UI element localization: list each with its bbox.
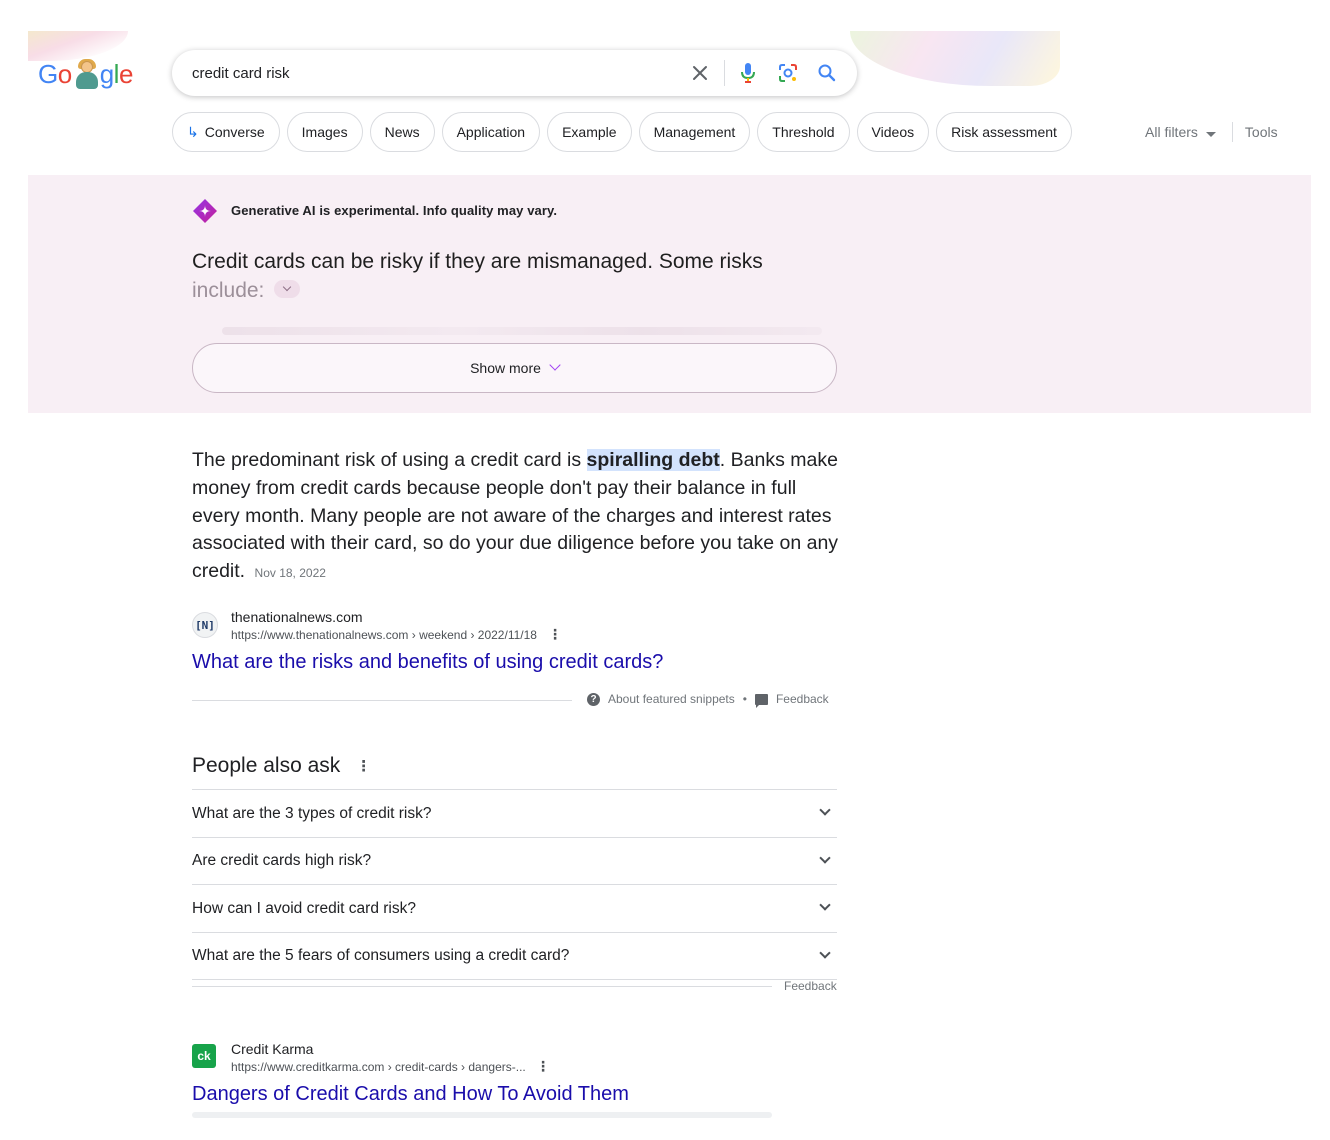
chevron-down-icon — [819, 947, 831, 959]
more-options-icon[interactable]: ⋮ — [356, 757, 371, 775]
clear-icon[interactable] — [688, 61, 712, 85]
logo-text-end: gle — [99, 58, 134, 89]
thenationalnews-favicon-icon[interactable]: [N] — [192, 612, 218, 638]
chevron-down-icon — [819, 899, 831, 911]
doodle-decoration-right — [850, 31, 1060, 86]
chevron-down-icon — [819, 852, 831, 864]
search-icon[interactable] — [815, 61, 839, 85]
show-more-button[interactable]: Show more — [192, 343, 837, 393]
chip-application[interactable]: Application — [441, 112, 541, 152]
paa-title-text: People also ask — [192, 754, 341, 777]
snippet-footer: ? About featured snippets • Feedback — [587, 692, 829, 708]
chevron-down-icon — [549, 359, 561, 371]
google-lens-icon[interactable] — [776, 61, 800, 85]
all-filters-label: All filters — [1145, 124, 1198, 140]
chip-news[interactable]: News — [369, 112, 435, 152]
microphone-icon[interactable] — [736, 61, 760, 85]
gemini-sparkle-icon — [193, 199, 217, 223]
people-also-ask-list: What are the 3 types of credit risk? Are… — [192, 789, 837, 980]
filters-divider — [1231, 122, 1233, 142]
result-source-url[interactable]: https://www.thenationalnews.com › weeken… — [231, 628, 537, 642]
chip-label: Videos — [871, 124, 915, 140]
ai-hidden-content-preview — [222, 327, 822, 335]
chip-images[interactable]: Images — [286, 112, 363, 152]
search-results-page: Go gle credit card risk ↳ Converse Image… — [0, 0, 1330, 1140]
feedback-link[interactable]: Feedback — [776, 692, 829, 706]
chip-converse[interactable]: ↳ Converse — [172, 112, 280, 152]
chip-label: Management — [653, 124, 736, 140]
more-options-icon[interactable]: ⋮ — [536, 1058, 550, 1075]
chip-label: Application — [456, 124, 526, 140]
result-source-name[interactable]: thenationalnews.com — [231, 609, 363, 625]
paa-question-text: Are credit cards high risk? — [192, 852, 372, 870]
help-icon: ? — [587, 692, 600, 706]
ai-overview-text: Credit cards can be risky if they are mi… — [192, 247, 832, 305]
paa-question-text: What are the 5 fears of consumers using … — [192, 947, 570, 965]
chip-label: Images — [301, 124, 348, 140]
all-filters-button[interactable]: All filters — [1145, 124, 1216, 140]
paa-question[interactable]: What are the 3 types of credit risk? — [192, 790, 837, 838]
chip-label: Converse — [204, 124, 265, 140]
search-box-divider — [724, 60, 725, 86]
chip-label: Risk assessment — [951, 124, 1057, 140]
paa-question-text: How can I avoid credit card risk? — [192, 899, 416, 917]
search-input[interactable] — [192, 62, 672, 84]
result-title-link[interactable]: Dangers of Credit Cards and How To Avoid… — [192, 1083, 629, 1106]
filter-tools: All filters Tools — [1145, 122, 1278, 142]
snippet-highlight: spiralling debt — [586, 449, 720, 471]
chip-label: News — [384, 124, 420, 140]
google-doodle-logo[interactable]: Go gle — [38, 56, 133, 92]
more-options-icon[interactable]: ⋮ — [548, 626, 562, 643]
chip-label: Threshold — [772, 124, 835, 140]
dropdown-caret-icon — [1205, 132, 1216, 137]
chevron-down-icon — [819, 804, 831, 816]
chip-management[interactable]: Management — [638, 112, 751, 152]
paa-question[interactable]: How can I avoid credit card risk? — [192, 885, 837, 933]
tools-button[interactable]: Tools — [1245, 124, 1278, 140]
result-snippet-cutoff — [192, 1112, 772, 1118]
paa-feedback-link[interactable]: Feedback — [784, 979, 837, 993]
about-featured-snippets-link[interactable]: About featured snippets — [608, 692, 735, 706]
search-filter-chips: ↳ Converse Images News Application Examp… — [172, 112, 1072, 152]
search-box — [172, 50, 857, 96]
chip-label: Example — [562, 124, 617, 140]
chip-threshold[interactable]: Threshold — [757, 112, 850, 152]
paa-question[interactable]: Are credit cards high risk? — [192, 838, 837, 885]
ai-experimental-notice: Generative AI is experimental. Info qual… — [231, 203, 558, 218]
featured-snippet-text: The predominant risk of using a credit c… — [192, 447, 842, 588]
feedback-icon — [754, 693, 768, 708]
result-source-url[interactable]: https://www.creditkarma.com › credit-car… — [231, 1060, 526, 1074]
paa-question[interactable]: What are the 5 fears of consumers using … — [192, 933, 837, 980]
paa-question-text: What are the 3 types of credit risk? — [192, 804, 432, 822]
arrow-return-icon: ↳ — [187, 123, 199, 140]
chevron-down-icon[interactable] — [274, 280, 301, 299]
doodle-figure-icon — [73, 59, 99, 89]
show-more-label: Show more — [470, 360, 541, 376]
divider — [192, 986, 772, 987]
separator-dot: • — [742, 692, 747, 706]
logo-text-start: Go — [38, 58, 72, 89]
people-also-ask-heading: People also ask ⋮ — [192, 754, 371, 778]
result-title-link[interactable]: What are the risks and benefits of using… — [192, 651, 663, 674]
chip-example[interactable]: Example — [547, 112, 632, 152]
chip-videos[interactable]: Videos — [856, 112, 930, 152]
snippet-text-before: The predominant risk of using a credit c… — [192, 449, 587, 471]
ai-text-main: Credit cards can be risky if they are mi… — [192, 250, 763, 273]
ai-text-faded: include: — [192, 279, 265, 302]
result-source-name[interactable]: Credit Karma — [231, 1041, 313, 1057]
divider — [192, 700, 572, 701]
snippet-date: Nov 18, 2022 — [254, 566, 326, 581]
chip-risk-assessment[interactable]: Risk assessment — [936, 112, 1072, 152]
credit-karma-favicon-icon[interactable]: ck — [192, 1044, 216, 1068]
